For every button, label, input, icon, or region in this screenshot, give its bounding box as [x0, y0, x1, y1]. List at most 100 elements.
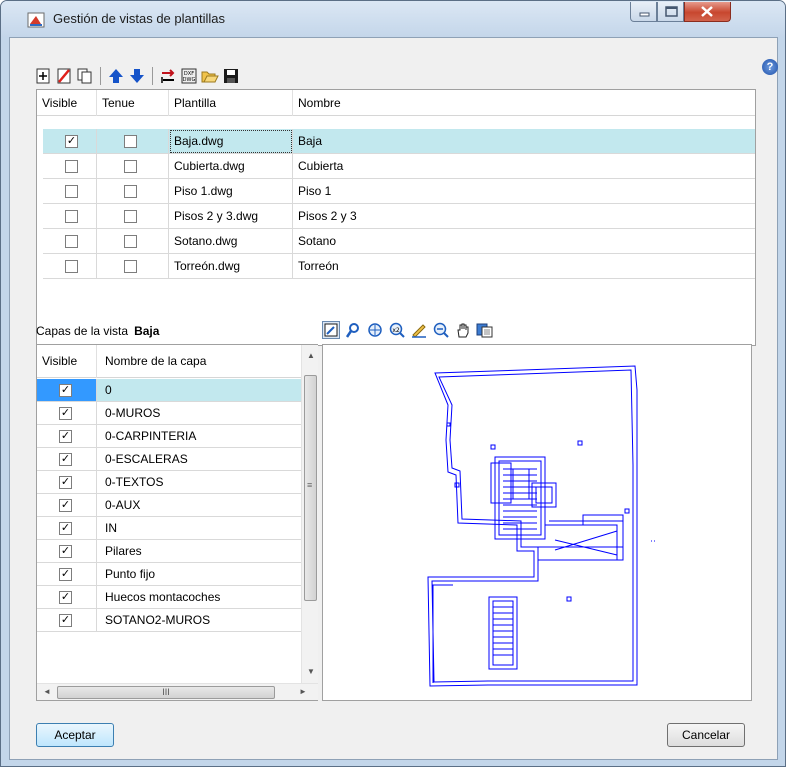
minimize-button[interactable] [630, 2, 657, 22]
layer-row[interactable]: ✓ Pilares [37, 540, 301, 563]
horizontal-scrollbar[interactable]: ◄ III ► [37, 683, 318, 700]
tenue-checkbox[interactable] [124, 260, 137, 273]
layer-name[interactable]: 0-TEXTOS [97, 471, 301, 494]
zoom-out-icon[interactable] [432, 321, 450, 339]
scroll-up-icon[interactable]: ▲ [307, 351, 315, 360]
layer-row[interactable]: ✓ 0-CARPINTERIA [37, 425, 301, 448]
nombre-cell[interactable]: Pisos 2 y 3 [293, 204, 755, 229]
scroll-right-icon[interactable]: ► [299, 687, 307, 696]
table-row[interactable]: Torreón.dwg Torreón [43, 254, 755, 279]
nombre-cell[interactable]: Torreón [293, 254, 755, 279]
tenue-checkbox[interactable] [124, 185, 137, 198]
visible-checkbox[interactable] [65, 185, 78, 198]
visible-checkbox[interactable]: ✓ [59, 453, 72, 466]
table-row[interactable]: Pisos 2 y 3.dwg Pisos 2 y 3 [43, 204, 755, 229]
layer-name[interactable]: IN [97, 517, 301, 540]
column-header-visible[interactable]: Visible [37, 90, 97, 116]
move-up-icon[interactable] [107, 67, 125, 85]
layer-name[interactable]: SOTANO2-MUROS [97, 609, 301, 632]
visible-checkbox[interactable]: ✓ [59, 384, 72, 397]
horizontal-scroll-thumb[interactable]: III [57, 686, 275, 699]
column-header-visible[interactable]: Visible [37, 345, 97, 378]
column-header-nombre[interactable]: Nombre [293, 90, 757, 116]
column-header-tenue[interactable]: Tenue [97, 90, 169, 116]
plantilla-cell[interactable]: Pisos 2 y 3.dwg [169, 204, 293, 229]
plantilla-cell[interactable]: Cubierta.dwg [169, 154, 293, 179]
visible-checkbox[interactable] [65, 210, 78, 223]
layer-row[interactable]: ✓ Huecos montacoches [37, 586, 301, 609]
layer-name[interactable]: Punto fijo [97, 563, 301, 586]
table-row[interactable]: Cubierta.dwg Cubierta [43, 154, 755, 179]
visible-checkbox[interactable] [65, 160, 78, 173]
nombre-cell[interactable]: Cubierta [293, 154, 755, 179]
table-row[interactable]: ✓ Baja.dwg Baja [43, 129, 755, 154]
tenue-checkbox[interactable] [124, 235, 137, 248]
column-header-layer-name[interactable]: Nombre de la capa [97, 345, 301, 378]
layer-row[interactable]: ✓ 0-MUROS [37, 402, 301, 425]
nombre-cell[interactable]: Piso 1 [293, 179, 755, 204]
table-row[interactable]: Sotano.dwg Sotano [43, 229, 755, 254]
nombre-cell[interactable]: Baja [293, 129, 755, 154]
layer-name[interactable]: Huecos montacoches [97, 586, 301, 609]
copy-icon[interactable] [76, 67, 94, 85]
visible-checkbox[interactable]: ✓ [59, 568, 72, 581]
swap-icon[interactable] [159, 67, 177, 85]
layer-row[interactable]: ✓ 0-AUX [37, 494, 301, 517]
plan-preview[interactable] [322, 344, 752, 701]
measure-icon[interactable] [410, 321, 428, 339]
nombre-cell[interactable]: Sotano [293, 229, 755, 254]
visible-checkbox[interactable]: ✓ [59, 499, 72, 512]
dxf-dwg-icon[interactable]: DXF DWG [180, 67, 198, 85]
plantilla-cell[interactable]: Sotano.dwg [169, 229, 293, 254]
layer-row[interactable]: ✓ 0-TEXTOS [37, 471, 301, 494]
plantilla-cell[interactable]: Piso 1.dwg [169, 179, 293, 204]
scroll-down-icon[interactable]: ▼ [307, 667, 315, 676]
layer-name[interactable]: Pilares [97, 540, 301, 563]
zoom-extents-icon[interactable] [366, 321, 384, 339]
layer-row[interactable]: ✓ Punto fijo [37, 563, 301, 586]
layer-row[interactable]: ✓ 0 [37, 379, 301, 402]
tenue-checkbox[interactable] [124, 160, 137, 173]
hand-icon[interactable] [454, 321, 472, 339]
layer-name[interactable]: 0-AUX [97, 494, 301, 517]
layers-icon[interactable] [476, 321, 494, 339]
visible-checkbox[interactable]: ✓ [59, 614, 72, 627]
layer-name[interactable]: 0-CARPINTERIA [97, 425, 301, 448]
plantilla-cell[interactable]: Baja.dwg [169, 129, 293, 154]
zoom-window-icon[interactable] [322, 321, 340, 339]
visible-checkbox[interactable] [65, 235, 78, 248]
tenue-checkbox[interactable] [124, 135, 137, 148]
plantilla-cell[interactable]: Torreón.dwg [169, 254, 293, 279]
visible-checkbox[interactable]: ✓ [59, 407, 72, 420]
close-button[interactable] [684, 2, 731, 22]
visible-checkbox[interactable]: ✓ [65, 135, 78, 148]
save-icon[interactable] [222, 67, 240, 85]
open-folder-icon[interactable] [201, 67, 219, 85]
move-down-icon[interactable] [128, 67, 146, 85]
layer-row[interactable]: ✓ IN [37, 517, 301, 540]
layer-name[interactable]: 0-MUROS [97, 402, 301, 425]
visible-checkbox[interactable] [65, 260, 78, 273]
visible-checkbox[interactable]: ✓ [59, 522, 72, 535]
visible-checkbox[interactable]: ✓ [59, 545, 72, 558]
cancel-button[interactable]: Cancelar [667, 723, 745, 747]
zoom-x2-icon[interactable]: x2 [388, 321, 406, 339]
layer-row[interactable]: ✓ SOTANO2-MUROS [37, 609, 301, 632]
help-icon[interactable]: ? [762, 59, 778, 75]
maximize-button[interactable] [657, 2, 684, 22]
visible-checkbox[interactable]: ✓ [59, 476, 72, 489]
layer-name[interactable]: 0 [97, 379, 301, 402]
table-row[interactable]: Piso 1.dwg Piso 1 [43, 179, 755, 204]
visible-checkbox[interactable]: ✓ [59, 591, 72, 604]
accept-button[interactable]: Aceptar [36, 723, 114, 747]
tenue-checkbox[interactable] [124, 210, 137, 223]
title-bar[interactable]: Gestión de vistas de plantillas [1, 1, 785, 37]
vertical-scrollbar[interactable]: ▲ ≡ ▼ [301, 345, 318, 683]
layer-name[interactable]: 0-ESCALERAS [97, 448, 301, 471]
vertical-scroll-thumb[interactable]: ≡ [304, 375, 317, 601]
column-header-plantilla[interactable]: Plantilla [169, 90, 293, 116]
layer-row[interactable]: ✓ 0-ESCALERAS [37, 448, 301, 471]
visible-checkbox[interactable]: ✓ [59, 430, 72, 443]
pan-realtime-icon[interactable] [344, 321, 362, 339]
delete-icon[interactable] [55, 67, 73, 85]
